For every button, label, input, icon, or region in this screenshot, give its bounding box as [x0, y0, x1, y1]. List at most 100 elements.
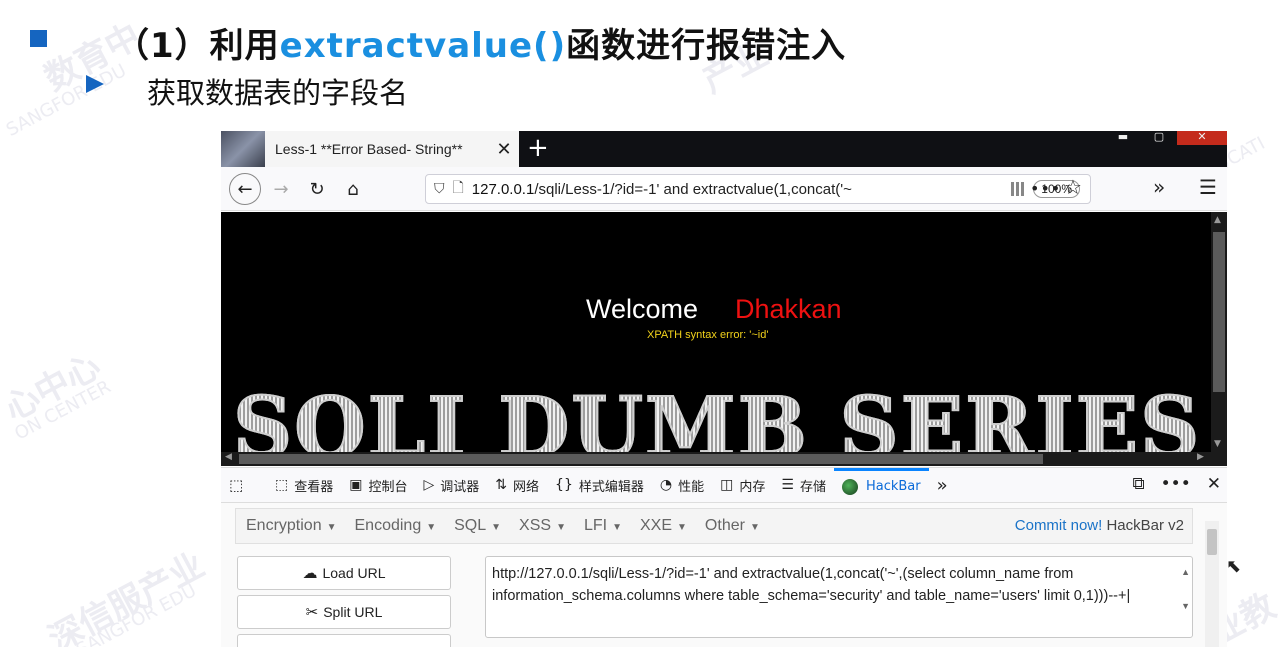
- reload-icon[interactable]: ↻: [303, 175, 331, 203]
- overflow-chevron-icon[interactable]: »: [1153, 175, 1165, 199]
- devtools-tab[interactable]: ⇅ 网络: [487, 468, 547, 502]
- devtools-tab-label: 内存: [739, 479, 766, 495]
- hackbar-url-input[interactable]: http://127.0.0.1/sqli/Less-1/?id=-1' and…: [485, 556, 1193, 638]
- devtools-tab-icon: ◫: [720, 477, 734, 493]
- devtools-tab[interactable]: ⬚ 查看器: [267, 468, 341, 502]
- scroll-up-icon[interactable]: ▲: [1214, 215, 1221, 225]
- qr-code-icon[interactable]: [1011, 182, 1026, 196]
- watermark: SANGFOR EDU: [72, 580, 200, 647]
- devtools-tab-label: 查看器: [294, 479, 334, 495]
- devtools-tab-label: 样式编辑器: [578, 479, 644, 495]
- back-arrow-icon[interactable]: ←: [229, 173, 261, 205]
- watermark: 心中心: [0, 345, 108, 430]
- welcome-text: Welcome: [586, 294, 699, 324]
- watermark: SANGFOR EDU: [2, 60, 130, 141]
- caret-down-icon: ▼: [749, 522, 760, 533]
- devtools-tab[interactable]: HackBar: [833, 468, 929, 502]
- slide-heading: （1）利用extractvalue()函数进行报错注入: [115, 18, 846, 67]
- dock-icon[interactable]: ⧉: [1133, 474, 1145, 494]
- page-actions-icon[interactable]: •••: [1030, 179, 1061, 198]
- address-bar[interactable]: ⛉ 🗋 127.0.0.1/sqli/Less-1/?id=-1' and ex…: [425, 174, 1091, 204]
- split-url-button[interactable]: ✂ Split URL: [237, 595, 451, 629]
- devtools-tab[interactable]: ▷ 调试器: [416, 468, 488, 502]
- devtools-tab-icon: ☰: [781, 477, 794, 493]
- hackbar-menu-item[interactable]: SQL ▼: [454, 517, 501, 535]
- hackbar-scrollbar[interactable]: [1205, 521, 1219, 647]
- devtools-tab-label: 调试器: [440, 479, 480, 495]
- commit-now-link[interactable]: Commit now!: [1015, 517, 1103, 534]
- caret-down-icon: ▼: [556, 522, 566, 533]
- devtools-tab-icon: ▷: [423, 477, 435, 493]
- square-bullet-icon: [30, 30, 47, 47]
- page-horizontal-scrollbar[interactable]: ◀ ▶: [221, 452, 1227, 466]
- forward-arrow-icon[interactable]: →: [267, 175, 295, 203]
- hackbar-menu-item[interactable]: LFI ▼: [584, 517, 622, 535]
- devtools-close-icon[interactable]: ✕: [1207, 474, 1221, 494]
- page-content: Welcome Dhakkan XPATH syntax error: '~id…: [221, 212, 1211, 452]
- scroll-left-icon[interactable]: ◀: [225, 452, 232, 462]
- window-close-icon[interactable]: ✕: [1177, 131, 1227, 145]
- url-text[interactable]: 127.0.0.1/sqli/Less-1/?id=-1' and extrac…: [472, 181, 1012, 198]
- devtools-tab[interactable]: ▣ 控制台: [341, 468, 415, 502]
- tab-title: Less-1 **Error Based- String**: [275, 141, 463, 157]
- browser-tab[interactable]: Less-1 **Error Based- String** ✕: [221, 131, 519, 167]
- hackbar-menu-label: Other: [704, 517, 745, 534]
- split-url-label: Split URL: [323, 604, 383, 620]
- devtools-more-tabs-icon[interactable]: »: [929, 475, 956, 496]
- execute-button[interactable]: [237, 634, 451, 647]
- hackbar-menu-item[interactable]: Other ▼: [705, 517, 760, 535]
- load-url-button[interactable]: ☁ Load URL: [237, 556, 451, 590]
- devtools-options-icon[interactable]: •••: [1161, 474, 1191, 494]
- page-icon: 🗋: [452, 180, 464, 196]
- hscroll-thumb[interactable]: [239, 454, 1043, 464]
- devtools-tab-label: HackBar: [865, 479, 921, 494]
- hackbar-menu-item[interactable]: Encoding ▼: [355, 517, 437, 535]
- devtools-tab-label: 性能: [678, 479, 705, 495]
- minimize-icon[interactable]: ▬: [1105, 131, 1141, 145]
- textarea-scroll-down-icon[interactable]: ▼: [1181, 595, 1190, 617]
- url-host: 127.0.0.1: [471, 180, 535, 198]
- hackbar-menu-item[interactable]: XSS ▼: [519, 517, 566, 535]
- devtools-tab[interactable]: ◫ 内存: [712, 468, 773, 502]
- textarea-scroll-up-icon[interactable]: ▲: [1181, 561, 1190, 583]
- shield-icon[interactable]: ⛉: [434, 181, 445, 197]
- watermark: ON CENTER: [11, 376, 115, 445]
- element-picker-icon[interactable]: ⬚: [229, 476, 247, 494]
- devtools-tab-label: 网络: [513, 479, 540, 495]
- caret-down-icon: ▼: [612, 522, 622, 533]
- xpath-error-text: XPATH syntax error: '~id': [647, 329, 769, 341]
- devtools-tab[interactable]: ☰ 存储: [773, 468, 834, 502]
- bookmark-star-icon[interactable]: ☆: [1064, 175, 1082, 199]
- scroll-down-icon[interactable]: ▼: [1214, 439, 1221, 449]
- hackbar-commit: Commit now! HackBar v2: [1015, 517, 1184, 534]
- scroll-thumb[interactable]: [1213, 232, 1225, 392]
- scissors-icon: ✂: [305, 604, 319, 621]
- sqli-banner-image: SQLI DUMB SERIES: [232, 379, 1201, 452]
- hamburger-menu-icon[interactable]: ☰: [1199, 175, 1217, 199]
- hackbar-menu-item[interactable]: Encryption ▼: [246, 517, 337, 535]
- devtools-tab[interactable]: {} 样式编辑器: [547, 468, 652, 502]
- url-path: /sqli/Less-1/?id=-1' and extractvalue(1,…: [534, 180, 852, 198]
- load-url-label: Load URL: [322, 565, 386, 581]
- heading-highlight: extractvalue(): [279, 26, 567, 66]
- devtools-toolbar: ⬚ ⬚ 查看器 ▣ 控制台 ▷ 调试器 ⇅ 网络 {} 样式编辑器 ◔ 性能 ◫ 内存 ☰ 存储 HackBar…: [221, 467, 1227, 503]
- scroll-right-icon[interactable]: ▶: [1197, 452, 1204, 462]
- tab-close-icon[interactable]: ✕: [489, 139, 519, 160]
- hackbar-menu-item[interactable]: XXE ▼: [640, 517, 687, 535]
- maximize-icon[interactable]: ▢: [1141, 131, 1177, 145]
- heading-suffix: 函数进行报错注入: [566, 26, 847, 66]
- cloud-download-icon: ☁: [302, 565, 318, 582]
- devtools-tabs: ⬚ 查看器 ▣ 控制台 ▷ 调试器 ⇅ 网络 {} 样式编辑器 ◔ 性能 ◫ 内存 ☰ 存储 HackBar »: [267, 468, 956, 502]
- devtools-tab-icon: ⇅: [495, 477, 508, 493]
- hackbar-version: HackBar v2: [1106, 517, 1184, 534]
- devtools-tab-label: 控制台: [368, 479, 408, 495]
- new-tab-button[interactable]: +: [527, 133, 549, 163]
- hackbar-scroll-thumb[interactable]: [1207, 529, 1217, 555]
- hackbar-url-text: http://127.0.0.1/sqli/Less-1/?id=-1' and…: [492, 566, 1127, 604]
- page-vertical-scrollbar[interactable]: ▲ ▼: [1211, 212, 1227, 452]
- devtools-tab[interactable]: ◔ 性能: [652, 468, 712, 502]
- tab-favicon-icon: [221, 131, 265, 167]
- devtools-tab-icon: [841, 478, 858, 495]
- home-icon[interactable]: ⌂: [339, 175, 367, 203]
- tab-bar: Less-1 **Error Based- String** ✕ + ▬ ▢ ✕: [221, 131, 1227, 167]
